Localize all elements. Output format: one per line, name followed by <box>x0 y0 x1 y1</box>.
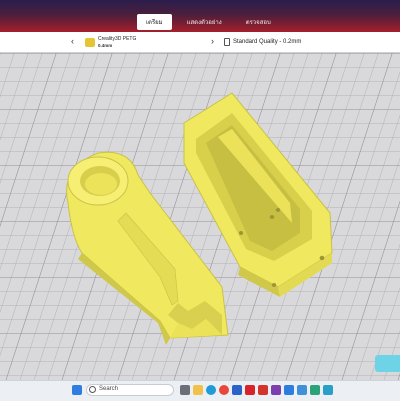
build-plate <box>0 53 400 380</box>
app-red-icon[interactable] <box>245 385 255 395</box>
tab-prepare[interactable]: เตรียม <box>137 14 172 30</box>
3d-viewport[interactable] <box>0 53 400 380</box>
app-purple-icon[interactable] <box>271 385 281 395</box>
print-settings-icon <box>224 38 230 46</box>
nozzle-size[interactable]: 0.4mm <box>98 43 112 48</box>
spool-icon <box>85 38 95 47</box>
material-name[interactable]: Creality3D PETG <box>98 36 136 42</box>
slice-panel-button[interactable] <box>375 355 400 372</box>
chevron-left-icon[interactable]: ‹ <box>71 37 74 46</box>
task-view-icon[interactable] <box>180 385 190 395</box>
app-red-icon-2[interactable] <box>258 385 268 395</box>
tab-preview[interactable]: แสดงตัวอย่าง <box>178 14 231 30</box>
chevron-right-icon[interactable]: › <box>211 37 214 46</box>
app-header: เตรียม แสดงตัวอย่าง ตรวจสอบ <box>0 0 400 32</box>
app-blue-icon[interactable] <box>297 385 307 395</box>
tab-monitor[interactable]: ตรวจสอบ <box>237 14 280 30</box>
windows-start-icon[interactable] <box>72 385 82 395</box>
store-icon[interactable] <box>232 385 242 395</box>
chrome-icon[interactable] <box>219 385 229 395</box>
print-settings-bar <box>0 32 400 53</box>
edge-icon[interactable] <box>206 385 216 395</box>
app-cyan-icon[interactable] <box>323 385 333 395</box>
app-green-icon[interactable] <box>310 385 320 395</box>
search-icon <box>89 386 96 393</box>
search-placeholder: Search <box>99 386 119 392</box>
file-explorer-icon[interactable] <box>193 385 203 395</box>
quality-profile[interactable]: Standard Quality - 0.2mm <box>233 39 301 45</box>
vscode-icon[interactable] <box>284 385 294 395</box>
stage-tabs: เตรียม แสดงตัวอย่าง ตรวจสอบ <box>137 14 280 30</box>
